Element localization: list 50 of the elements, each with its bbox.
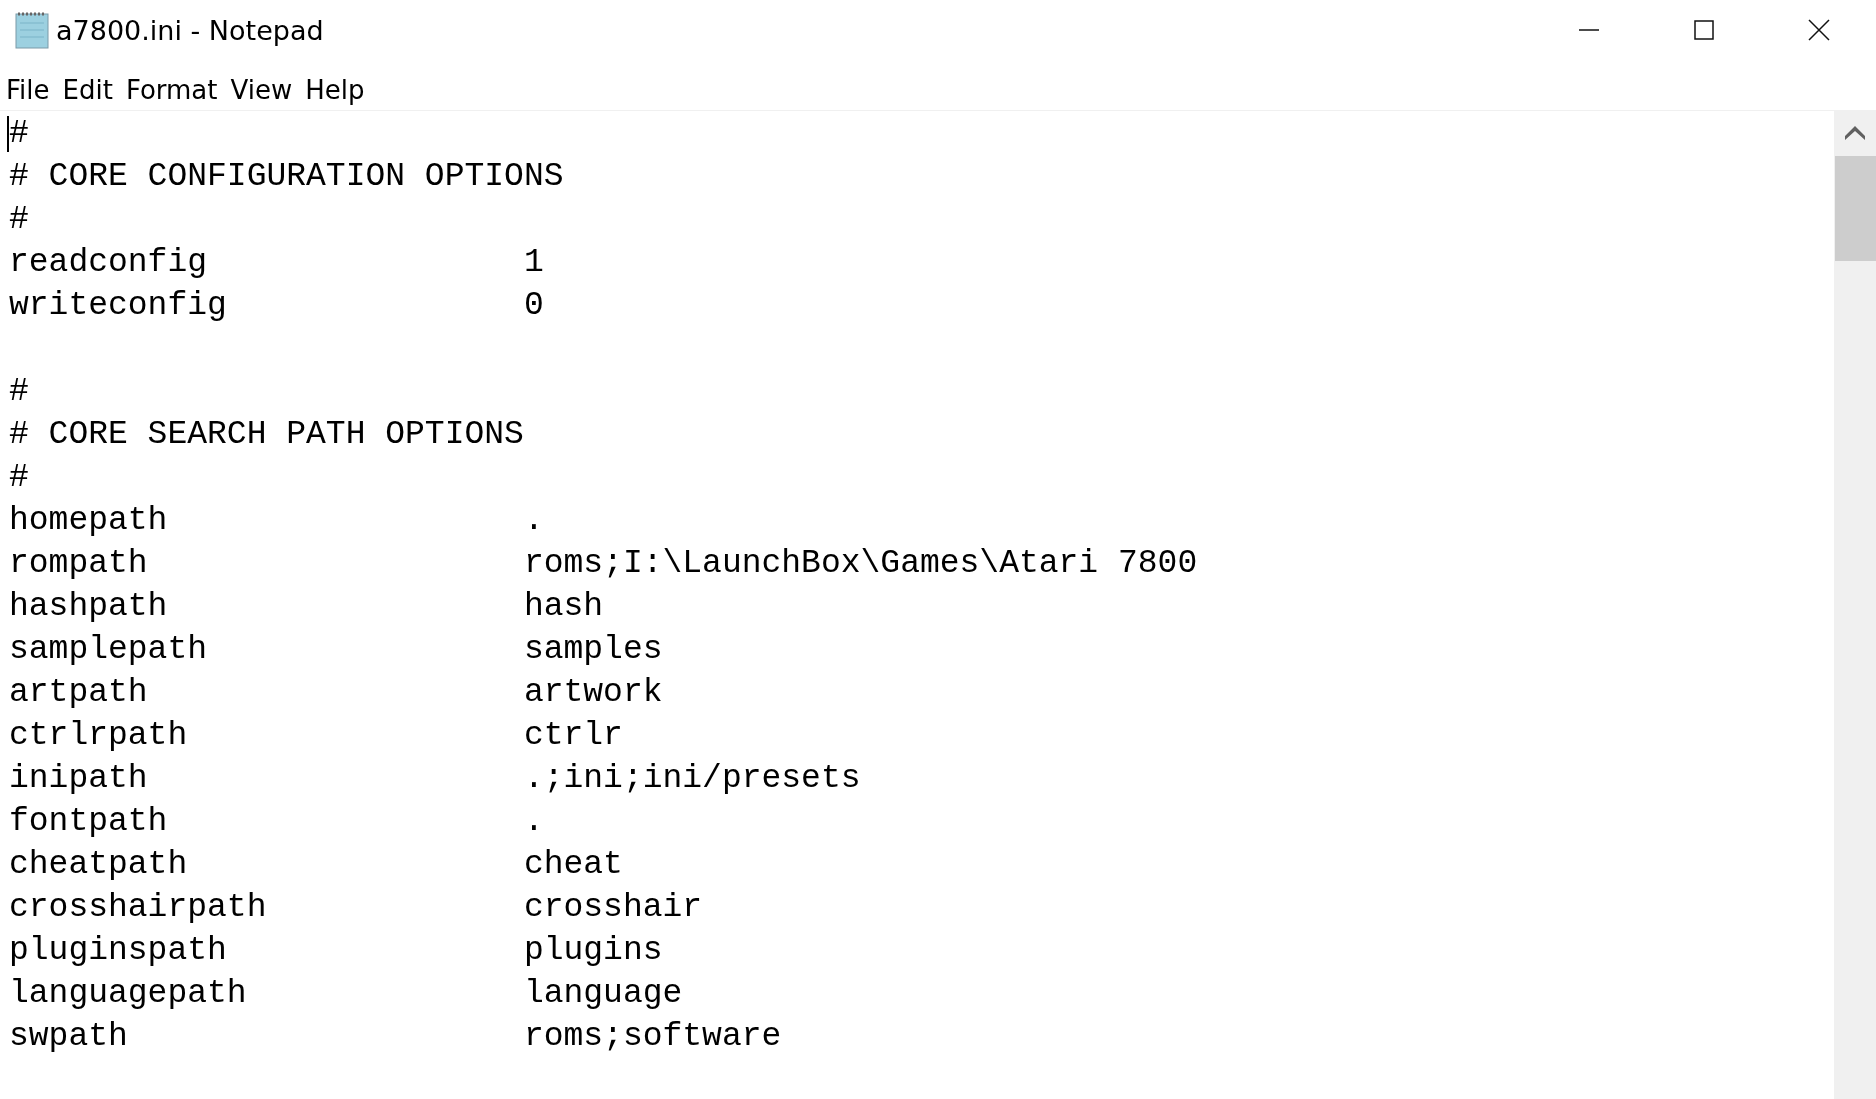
comment-line: # <box>9 200 29 240</box>
menu-item[interactable]: View <box>228 73 304 107</box>
setting-value: .;ini;ini/presets <box>523 759 861 799</box>
menu-item[interactable]: Help <box>303 73 376 107</box>
setting-name: homepath <box>9 502 168 539</box>
setting-value: . <box>523 501 544 541</box>
setting-name: fontpath <box>9 803 168 840</box>
comment-line: # <box>9 372 29 412</box>
menu-item[interactable]: File <box>4 73 61 107</box>
window-title: a7800.ini - Notepad <box>56 14 324 46</box>
setting-name: cheatpath <box>9 846 188 883</box>
menu-item[interactable]: Edit <box>60 73 124 107</box>
setting-value: artwork <box>523 673 663 713</box>
setting-value: roms;software <box>523 1017 782 1057</box>
setting-value: plugins <box>523 931 663 971</box>
comment-line: # <box>9 114 29 154</box>
text-cursor <box>7 116 9 152</box>
setting-name: artpath <box>9 674 148 711</box>
setting-value: language <box>523 974 683 1014</box>
setting-value: hash <box>523 587 604 627</box>
setting-value: crosshair <box>523 888 703 928</box>
comment-line: # <box>9 458 29 498</box>
setting-value: roms;I:\LaunchBox\Games\Atari 7800 <box>523 544 1198 584</box>
setting-name: swpath <box>9 1018 128 1055</box>
menu-item[interactable]: Format <box>123 73 229 107</box>
setting-name: writeconfig <box>9 287 227 324</box>
scroll-up-arrow-icon[interactable] <box>1845 126 1865 140</box>
setting-name: languagepath <box>9 975 247 1012</box>
setting-name: pluginspath <box>9 932 227 969</box>
setting-value: cheat <box>523 845 623 885</box>
notepad-icon <box>12 10 52 50</box>
scrollbar-thumb[interactable] <box>1834 156 1876 261</box>
setting-value: . <box>523 802 544 842</box>
maximize-icon <box>1693 20 1714 40</box>
setting-name: samplepath <box>9 631 208 668</box>
vertical-scrollbar[interactable] <box>1834 111 1876 1099</box>
setting-value: 0 <box>523 286 544 326</box>
setting-name: ctrlrpath <box>9 717 188 754</box>
setting-name: readconfig <box>9 244 208 281</box>
minimize-icon <box>1578 29 1599 31</box>
setting-name: inipath <box>9 760 148 797</box>
comment-line: # CORE SEARCH PATH OPTIONS <box>9 415 524 455</box>
comment-line: # CORE CONFIGURATION OPTIONS <box>9 157 564 197</box>
setting-value: samples <box>523 630 663 670</box>
setting-name: hashpath <box>9 588 168 625</box>
setting-value: ctrlr <box>523 716 623 756</box>
setting-name: rompath <box>9 545 148 582</box>
close-icon <box>1807 19 1830 41</box>
setting-name: crosshairpath <box>9 889 267 926</box>
setting-value: 1 <box>523 243 544 283</box>
